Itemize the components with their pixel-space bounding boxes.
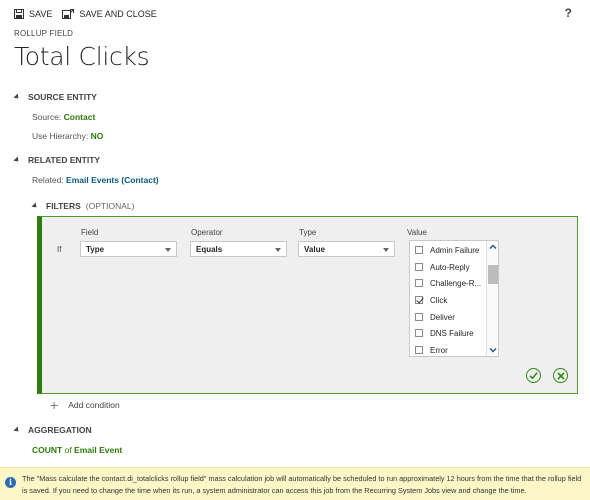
help-button[interactable]: ? <box>565 6 572 20</box>
use-hierarchy-row: Use Hierarchy: NO <box>32 131 103 141</box>
source-value[interactable]: Contact <box>64 112 96 122</box>
notification-text: The "Mass calculate the contact.di_total… <box>22 474 582 495</box>
value-option-label: Error <box>430 345 448 355</box>
value-option[interactable]: Click <box>415 294 447 306</box>
field-select[interactable]: Type <box>80 241 177 257</box>
value-option-label: Auto-Reply <box>430 262 470 272</box>
value-option-label: Challenge-R... <box>430 278 482 288</box>
related-row: Related: Email Events (Contact) <box>32 175 159 185</box>
info-icon: i <box>5 477 16 488</box>
aggregation-row[interactable]: COUNT of Email Event <box>32 445 122 455</box>
scroll-up-arrow-icon[interactable] <box>489 243 497 251</box>
aggregation-of-label: of <box>62 445 75 455</box>
checkbox[interactable] <box>415 246 423 254</box>
notification-bar: i The "Mass calculate the contact.di_tot… <box>0 467 590 500</box>
related-label: Related: <box>32 175 67 185</box>
source-row: Source: Contact <box>32 112 95 122</box>
aggregation-entity: Email Event <box>74 445 123 455</box>
value-option-label: Deliver <box>430 312 455 322</box>
collapse-triangle-icon <box>31 202 39 210</box>
page-title: Total Clicks <box>14 42 150 71</box>
source-entity-section-toggle[interactable]: SOURCE ENTITY <box>13 92 97 102</box>
value-option[interactable]: Auto-Reply <box>415 261 470 273</box>
checkbox[interactable] <box>415 346 423 354</box>
collapse-triangle-icon <box>13 93 21 101</box>
dropdown-arrow-icon <box>383 248 389 252</box>
related-entity-section-toggle[interactable]: RELATED ENTITY <box>13 155 101 165</box>
value-option[interactable]: DNS Failure <box>415 327 474 339</box>
checkbox[interactable] <box>415 313 423 321</box>
save-icon <box>14 9 24 19</box>
scrollbar-thumb[interactable] <box>488 265 498 284</box>
value-column-header: Value <box>407 228 427 237</box>
type-select-value: Value <box>304 245 325 254</box>
dropdown-arrow-icon <box>275 248 281 252</box>
value-option[interactable]: Admin Failure <box>415 244 479 256</box>
operator-select-value: Equals <box>196 245 223 254</box>
filters-optional-label: (OPTIONAL) <box>85 201 135 211</box>
operator-select[interactable]: Equals <box>190 241 287 257</box>
field-column-header: Field <box>81 228 99 237</box>
scroll-down-arrow-icon[interactable] <box>489 346 497 354</box>
related-value[interactable]: Email Events (Contact) <box>66 175 159 185</box>
use-hierarchy-value[interactable]: NO <box>91 131 104 141</box>
value-multiselect-list[interactable]: Admin Failure Auto-Reply Challenge-R... … <box>409 240 499 357</box>
save-and-close-button[interactable]: SAVE AND CLOSE <box>62 9 157 19</box>
add-condition-label: Add condition <box>68 400 120 410</box>
checkbox[interactable] <box>415 279 423 287</box>
save-and-close-label: SAVE AND CLOSE <box>79 9 157 19</box>
aggregation-heading: AGGREGATION <box>28 425 92 435</box>
collapse-triangle-icon <box>13 426 21 434</box>
dropdown-arrow-icon <box>165 248 171 252</box>
aggregation-function: COUNT <box>32 445 63 455</box>
remove-condition-button[interactable] <box>553 368 568 383</box>
confirm-condition-button[interactable] <box>526 368 541 383</box>
filters-section-toggle[interactable]: FILTERS (OPTIONAL) <box>31 201 135 211</box>
aggregation-section-toggle[interactable]: AGGREGATION <box>13 425 92 435</box>
if-label: If <box>57 245 62 254</box>
checkbox-checked[interactable] <box>415 296 423 304</box>
command-bar: SAVE SAVE AND CLOSE ? <box>14 6 580 22</box>
close-icon <box>556 371 565 380</box>
value-option-label: Admin Failure <box>430 245 480 255</box>
filters-heading: FILTERS <box>46 201 81 211</box>
collapse-triangle-icon <box>13 156 21 164</box>
use-hierarchy-label: Use Hierarchy: <box>32 131 91 141</box>
type-select[interactable]: Value <box>298 241 395 257</box>
save-button[interactable]: SAVE <box>14 9 52 19</box>
value-option[interactable]: Deliver <box>415 311 455 323</box>
field-select-value: Type <box>86 245 105 254</box>
add-condition-button[interactable]: + Add condition <box>50 397 120 413</box>
save-and-close-icon <box>62 9 75 19</box>
entity-type-label: ROLLUP FIELD <box>14 29 74 38</box>
source-label: Source: <box>32 112 64 122</box>
operator-column-header: Operator <box>191 228 223 237</box>
type-column-header: Type <box>299 228 317 237</box>
value-option[interactable]: Error <box>415 344 448 356</box>
save-label: SAVE <box>29 9 53 19</box>
filter-condition-panel: Field Operator Type Value If Type Equals… <box>37 216 578 394</box>
source-entity-heading: SOURCE ENTITY <box>28 92 97 102</box>
related-entity-heading: RELATED ENTITY <box>28 155 101 165</box>
value-option-label: DNS Failure <box>430 328 474 338</box>
checkbox[interactable] <box>415 329 423 337</box>
checkbox[interactable] <box>415 263 423 271</box>
value-list-scrollbar[interactable] <box>486 241 498 356</box>
plus-icon: + <box>50 397 59 413</box>
checkmark-icon <box>529 372 538 380</box>
value-option-label: Click <box>430 295 448 305</box>
value-option[interactable]: Challenge-R... <box>415 277 481 289</box>
